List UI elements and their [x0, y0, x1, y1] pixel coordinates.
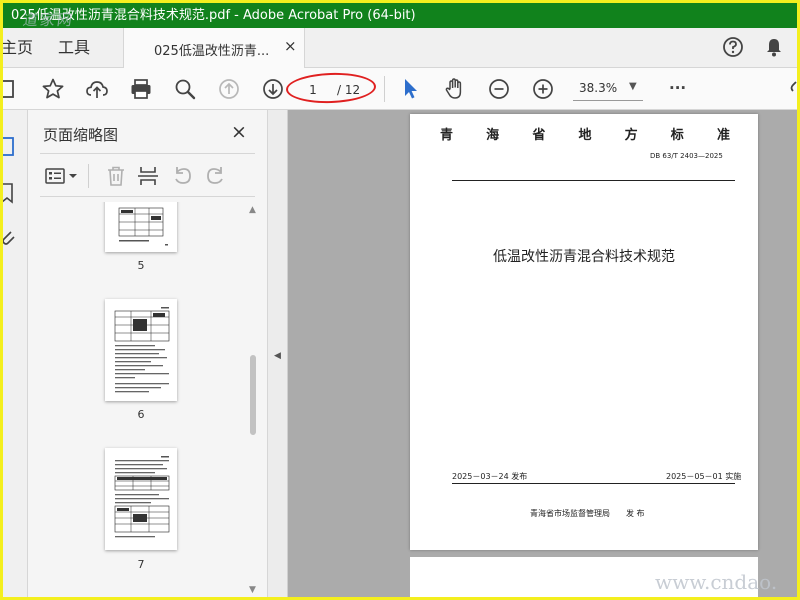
- thumbnail-page-number: 7: [137, 558, 145, 571]
- header-char: 准: [716, 128, 730, 143]
- header-char: 青: [440, 128, 454, 143]
- thumbnail-page-number: 6: [137, 408, 145, 421]
- zoom-value: 38.3%: [579, 81, 618, 95]
- header-char: 方: [624, 128, 638, 143]
- thumbnail-page[interactable]: [105, 299, 177, 401]
- hand-tool-icon[interactable]: [443, 77, 467, 101]
- link-icon[interactable]: [783, 77, 800, 101]
- thumbnail-content: [114, 307, 170, 393]
- document-title: 低温改性沥青混合料技术规范: [493, 249, 675, 265]
- create-pdf-icon[interactable]: [0, 77, 19, 101]
- more-tools-button[interactable]: ···: [669, 79, 686, 97]
- select-cursor-icon[interactable]: [399, 77, 423, 101]
- zoom-dropdown[interactable]: 38.3% ▼: [573, 78, 643, 101]
- document-page: 青 海 省 地 方 标 准 DB 63/T 2403—2025 低温改性沥青混合…: [410, 114, 758, 550]
- implement-date: 2025－05－01 实施: [666, 472, 742, 481]
- thumbnail-toolbar: [40, 160, 255, 192]
- previous-page-icon[interactable]: [217, 77, 241, 101]
- header-char: 地: [578, 128, 592, 143]
- toolbar: 1 / 12 38.3% ▼ ···: [3, 68, 797, 110]
- title-bar: 025低温改性沥青混合料技术规范.pdf - Adobe Acrobat Pro…: [3, 3, 797, 28]
- header-char: 省: [532, 128, 546, 143]
- document-view[interactable]: ◀ 青 海 省 地 方 标 准 DB 63/T 2403—2025 低温改性沥青…: [268, 110, 797, 597]
- thumbnail-page[interactable]: [105, 448, 177, 550]
- tab-tools[interactable]: 工具: [58, 28, 90, 67]
- thumbnail-content: [114, 456, 170, 538]
- header-rule: [452, 180, 735, 181]
- standard-code: DB 63/T 2403—2025: [650, 152, 723, 160]
- left-tool-rail: [3, 110, 28, 597]
- extract-pages-icon[interactable]: [136, 164, 160, 188]
- chevron-down-icon: ▼: [629, 81, 637, 92]
- scroll-down-icon[interactable]: ▼: [249, 585, 256, 595]
- trash-icon[interactable]: [104, 164, 128, 188]
- highlight-ellipse: [285, 71, 377, 105]
- tab-close-button[interactable]: ×: [284, 37, 297, 55]
- thumbnail-panel: 页面缩略图 × 5 6 7 ▲ ▼: [28, 110, 268, 597]
- toolbar-divider: [88, 164, 89, 188]
- thumbnail-list: 5 6 7: [28, 202, 243, 597]
- thumbnail-page-number: 5: [137, 259, 145, 272]
- rotate-right-icon[interactable]: [204, 164, 228, 188]
- toolbar-divider: [384, 76, 385, 102]
- tab-document[interactable]: 025低温改性沥青... ×: [123, 28, 305, 68]
- scroll-up-icon[interactable]: ▲: [249, 205, 256, 215]
- star-icon[interactable]: [41, 77, 65, 101]
- panel-divider: [40, 196, 255, 197]
- next-page-icon[interactable]: [261, 77, 285, 101]
- help-icon[interactable]: [722, 36, 744, 58]
- footer-rule: [452, 483, 735, 484]
- publish-date: 2025－03－24 发布: [452, 472, 528, 481]
- panel-title: 页面缩略图: [43, 126, 119, 144]
- panel-collapse-strip[interactable]: ◀: [268, 110, 288, 597]
- issue-label: 发 布: [626, 509, 645, 518]
- collapse-left-icon[interactable]: ◀: [274, 351, 281, 361]
- scrollbar-thumb[interactable]: [250, 355, 256, 435]
- header-char: 标: [670, 128, 684, 143]
- upload-cloud-icon[interactable]: [85, 77, 109, 101]
- thumbnail-content: [118, 207, 168, 246]
- bookmark-icon[interactable]: [0, 182, 17, 204]
- watermark-top: 道家网: [21, 11, 76, 29]
- panel-divider: [40, 153, 255, 154]
- app-window: 025低温改性沥青混合料技术规范.pdf - Adobe Acrobat Pro…: [0, 0, 800, 600]
- issuer: 青海省市场监督管理局: [530, 509, 610, 518]
- tab-bar: 主页 工具 025低温改性沥青... ×: [3, 28, 797, 68]
- tab-document-label: 025低温改性沥青...: [154, 44, 270, 59]
- panel-close-button[interactable]: ×: [231, 121, 247, 143]
- rotate-left-icon[interactable]: [170, 164, 194, 188]
- watermark-bottom: www.cndao.: [655, 570, 778, 594]
- page-thumbnails-icon[interactable]: [0, 136, 17, 158]
- attachment-icon[interactable]: [0, 226, 17, 248]
- doc-header: 青 海 省 地 方 标 准: [440, 124, 730, 143]
- thumbnail-page[interactable]: [105, 202, 177, 252]
- zoom-in-icon[interactable]: [531, 77, 555, 101]
- tab-home[interactable]: 主页: [3, 28, 33, 67]
- zoom-out-icon[interactable]: [487, 77, 511, 101]
- thumbnail-options-icon[interactable]: [44, 164, 80, 188]
- thumbnail-scrollbar[interactable]: ▲ ▼: [247, 205, 259, 597]
- bell-icon[interactable]: [763, 36, 785, 58]
- search-icon[interactable]: [173, 77, 197, 101]
- print-icon[interactable]: [129, 77, 153, 101]
- header-char: 海: [486, 128, 500, 143]
